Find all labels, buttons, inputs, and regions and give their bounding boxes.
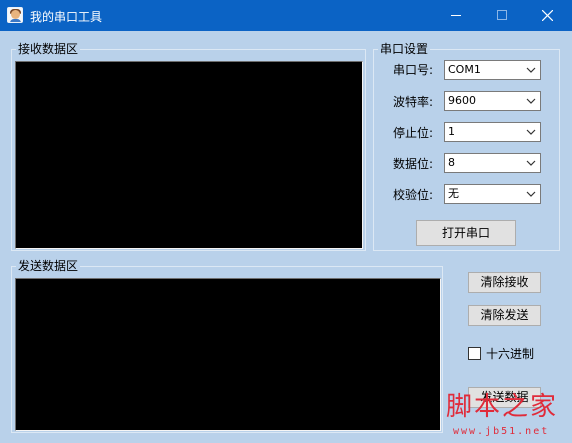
port-value: COM1 — [448, 63, 481, 76]
app-avatar-icon — [7, 7, 23, 23]
stop-bits-value: 1 — [448, 125, 455, 138]
parity-value: 无 — [448, 187, 459, 200]
window-title: 我的串口工具 — [30, 10, 103, 24]
watermark: 脚本之家 www.jb51.net — [446, 392, 568, 440]
data-bits-value: 8 — [448, 156, 455, 169]
parity-label: 校验位: — [393, 188, 434, 202]
minimize-button[interactable] — [433, 0, 479, 31]
maximize-icon — [497, 10, 507, 20]
receive-group: 接收数据区 — [11, 42, 366, 251]
chevron-down-icon — [526, 191, 536, 197]
minimize-icon — [451, 15, 461, 16]
clear-receive-button[interactable]: 清除接收 — [468, 272, 541, 293]
open-port-button[interactable]: 打开串口 — [416, 220, 516, 246]
watermark-brand: 脚本之家 — [446, 392, 559, 422]
close-icon — [542, 10, 553, 21]
chevron-down-icon — [526, 98, 536, 104]
chevron-down-icon — [526, 67, 536, 73]
baud-value: 9600 — [448, 94, 476, 107]
send-textarea[interactable] — [15, 278, 441, 431]
parity-select[interactable]: 无 — [444, 184, 541, 204]
send-group: 发送数据区 — [11, 259, 443, 433]
maximize-button[interactable] — [479, 0, 525, 31]
hex-checkbox[interactable] — [468, 347, 481, 360]
port-label: 串口号: — [393, 63, 434, 77]
stop-bits-label: 停止位: — [393, 126, 434, 140]
serial-settings-caption: 串口设置 — [378, 42, 431, 56]
chevron-down-icon — [526, 129, 536, 135]
baud-select[interactable]: 9600 — [444, 91, 541, 111]
app-window: 我的串口工具 接收数据区 串口设置 串口号: COM1 波特率: 9600 停止… — [0, 0, 572, 443]
send-group-caption: 发送数据区 — [16, 259, 81, 273]
clear-send-button[interactable]: 清除发送 — [468, 305, 541, 326]
receive-group-caption: 接收数据区 — [16, 42, 81, 56]
close-button[interactable] — [525, 0, 571, 31]
title-bar[interactable]: 我的串口工具 — [0, 0, 572, 31]
stop-bits-select[interactable]: 1 — [444, 122, 541, 142]
receive-textarea[interactable] — [15, 61, 363, 249]
chevron-down-icon — [526, 160, 536, 166]
data-bits-select[interactable]: 8 — [444, 153, 541, 173]
baud-label: 波特率: — [393, 95, 434, 109]
hex-checkbox-label[interactable]: 十六进制 — [486, 347, 534, 361]
watermark-url: www.jb51.net — [453, 426, 550, 437]
port-select[interactable]: COM1 — [444, 60, 541, 80]
data-bits-label: 数据位: — [393, 157, 434, 171]
